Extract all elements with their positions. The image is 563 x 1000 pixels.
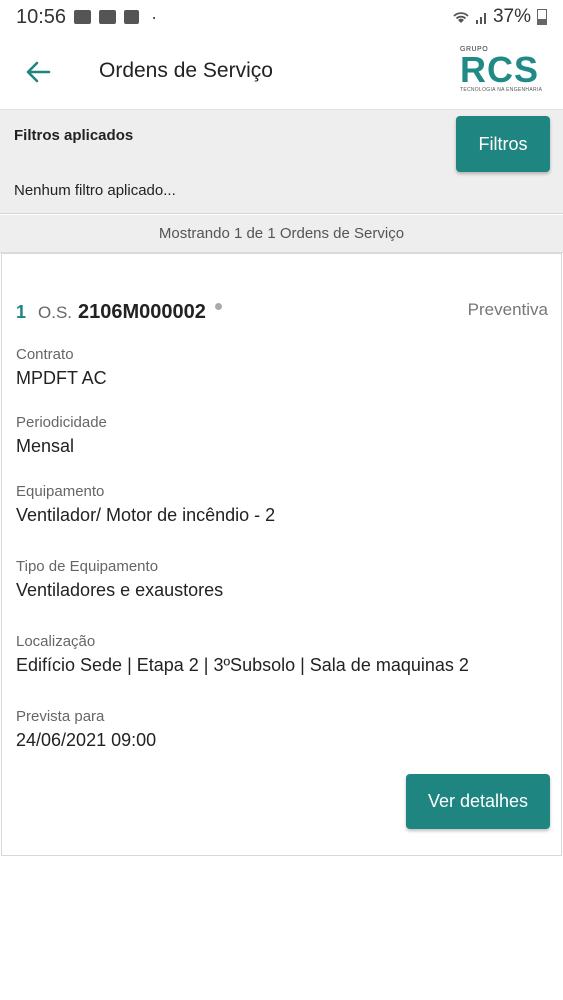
company-logo: GRUPO RCS TECNOLOGIA NA ENGENHARIA xyxy=(460,46,550,98)
back-button[interactable] xyxy=(22,56,54,88)
details-button[interactable]: Ver detalhes xyxy=(406,774,550,829)
order-type: Preventiva xyxy=(467,300,548,319)
page-title: Ordens de Serviço xyxy=(99,59,273,82)
filters-section: Filtros aplicados Nenhum filtro aplicado… xyxy=(0,110,563,214)
field-equipamento: Equipamento Ventilador/ Motor de incêndi… xyxy=(16,483,275,526)
battery-percent: 37% xyxy=(492,6,531,27)
filters-label: Filtros aplicados xyxy=(14,127,134,144)
field-value: Ventilador/ Motor de incêndio - 2 xyxy=(16,505,276,525)
filters-status: Nenhum filtro aplicado... xyxy=(14,182,176,199)
app-bar: Ordens de Serviço GRUPO RCS TECNOLOGIA N… xyxy=(0,34,563,110)
field-label: Localização xyxy=(16,633,96,650)
logo-subtitle: TECNOLOGIA NA ENGENHARIA xyxy=(460,87,543,93)
field-contrato: Contrato MPDFT AC xyxy=(16,346,107,389)
signal-icon xyxy=(475,13,486,24)
field-value: Mensal xyxy=(16,436,75,456)
voicemail-icon xyxy=(99,10,117,24)
field-label: Prevista para xyxy=(16,708,105,725)
field-label: Equipamento xyxy=(16,483,105,500)
field-value: 24/06/2021 09:00 xyxy=(16,730,157,750)
field-label: Tipo de Equipamento xyxy=(16,558,159,575)
order-header: 1 O.S. 2106M000002 xyxy=(16,301,222,324)
arrow-left-icon xyxy=(26,61,51,83)
order-prefix: O.S. xyxy=(38,303,73,322)
order-number: 2106M000002 xyxy=(78,301,206,323)
battery-icon xyxy=(537,9,547,25)
status-bar: 10:56 · 37% xyxy=(0,0,563,34)
field-tipo-equipamento: Tipo de Equipamento Ventiladores e exaus… xyxy=(16,558,223,601)
field-prevista-para: Prevista para 24/06/2021 09:00 xyxy=(16,708,156,751)
field-label: Periodicidade xyxy=(16,414,107,431)
status-right: 37% xyxy=(451,6,547,28)
field-periodicidade: Periodicidade Mensal xyxy=(16,414,107,457)
field-label: Contrato xyxy=(16,346,74,363)
status-time: 10:56 xyxy=(16,5,67,28)
field-localizacao: Localização Edifício Sede | Etapa 2 | 3º… xyxy=(16,633,469,676)
wifi-icon xyxy=(453,12,469,23)
status-left: 10:56 · xyxy=(16,6,157,29)
field-value: MPDFT AC xyxy=(16,368,107,388)
notification-dot-icon: · xyxy=(151,7,158,27)
teams-icon xyxy=(124,10,140,24)
order-index: 1 xyxy=(16,302,27,322)
results-count: Mostrando 1 de 1 Ordens de Serviço xyxy=(0,215,563,253)
filters-button[interactable]: Filtros xyxy=(456,116,550,172)
gallery-icon xyxy=(74,10,92,24)
logo-rcs-text: RCS xyxy=(460,49,540,90)
status-dot-icon xyxy=(214,303,222,310)
field-value: Ventiladores e exaustores xyxy=(16,580,224,600)
order-card: 1 O.S. 2106M000002 Preventiva Contrato M… xyxy=(1,253,562,856)
field-value: Edifício Sede | Etapa 2 | 3ºSubsolo | Sa… xyxy=(16,655,469,675)
